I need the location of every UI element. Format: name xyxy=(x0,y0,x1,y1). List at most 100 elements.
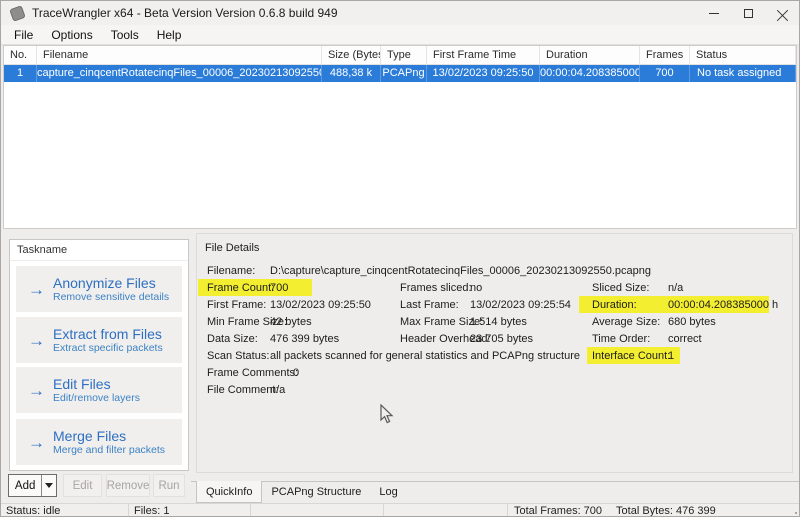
field-max-frame-size: Max Frame Size: 1 514 bytes xyxy=(400,314,527,330)
total-frames: Total Frames: 700 xyxy=(514,505,603,517)
status-bar: Status: idle Files: 1 Total Frames: 700 … xyxy=(1,503,799,517)
menu-options[interactable]: Options xyxy=(42,26,101,44)
menu-help[interactable]: Help xyxy=(148,26,191,44)
file-details-panel: File Details Filename: D:\capture\captur… xyxy=(196,233,793,473)
add-button[interactable]: Add xyxy=(8,474,57,497)
app-icon xyxy=(9,4,26,22)
field-filename: Filename: D:\capture\capture_cinqcentRot… xyxy=(207,263,651,279)
close-button[interactable] xyxy=(765,1,799,25)
task-edit-files[interactable]: → Edit Files Edit/remove layers xyxy=(16,367,182,413)
file-list-header: No. Filename Size (Bytes) Type First Fra… xyxy=(4,46,796,65)
arrow-right-icon: → xyxy=(28,330,45,350)
field-value: 0 xyxy=(293,367,300,379)
field-label: Header Overhead: xyxy=(400,333,491,345)
field-label: Frame Comments: xyxy=(207,367,299,379)
field-label: Sliced Size: xyxy=(592,282,650,294)
column-header-filename[interactable]: Filename xyxy=(37,46,322,64)
chevron-down-icon xyxy=(45,483,54,488)
field-label: Scan Status: xyxy=(207,350,270,362)
field-value: 1 xyxy=(668,350,675,362)
run-button[interactable]: Run xyxy=(153,474,185,497)
field-min-frame-size: Min Frame Size: 42 bytes xyxy=(207,314,312,330)
column-header-frames[interactable]: Frames xyxy=(640,46,690,64)
tab-quickinfo[interactable]: QuickInfo xyxy=(196,481,263,503)
files-count: Files: 1 xyxy=(129,504,251,516)
field-label: Filename: xyxy=(207,265,256,277)
maximize-button[interactable] xyxy=(731,1,765,25)
task-panel: Taskname → Anonymize Files Remove sensit… xyxy=(9,239,189,471)
field-value: 700 xyxy=(270,282,289,294)
field-scan-status: Scan Status: all packets scanned for gen… xyxy=(207,348,580,364)
field-interface-count: Interface Count: 1 xyxy=(592,348,674,364)
field-value: 680 bytes xyxy=(668,316,716,328)
task-title: Extract from Files xyxy=(53,325,162,342)
task-title: Anonymize Files xyxy=(53,274,156,291)
file-list: No. Filename Size (Bytes) Type First Fra… xyxy=(3,45,797,229)
field-label: Duration: xyxy=(592,299,637,311)
task-title: Edit Files xyxy=(53,375,111,392)
field-label: Max Frame Size: xyxy=(400,316,484,328)
field-frame-comments: Frame Comments: 0 xyxy=(207,365,299,381)
tracewrangler-window: TraceWrangler x64 - Beta Version Version… xyxy=(0,0,800,517)
menu-bar: File Options Tools Help xyxy=(1,25,799,45)
field-time-order: Time Order: correct xyxy=(592,331,702,347)
field-label: Time Order: xyxy=(592,333,651,345)
window-controls xyxy=(697,1,799,25)
close-icon xyxy=(777,8,788,19)
bottom-tab-bar: QuickInfo PCAPng Structure Log xyxy=(191,481,799,504)
field-first-frame: First Frame: 13/02/2023 09:25:50 xyxy=(207,297,371,313)
cell-no: 1 xyxy=(4,65,37,82)
field-value: 00:00:04.208385000 h xyxy=(668,299,779,311)
field-label: File Comment: xyxy=(207,384,279,396)
tab-log[interactable]: Log xyxy=(370,482,406,504)
arrow-right-icon: → xyxy=(28,380,45,400)
column-header-size[interactable]: Size (Bytes) xyxy=(322,46,381,64)
arrow-right-icon: → xyxy=(28,279,45,299)
arrow-right-icon: → xyxy=(28,432,45,452)
minimize-button[interactable] xyxy=(697,1,731,25)
field-label: First Frame: xyxy=(207,299,267,311)
status-empty-2 xyxy=(384,504,508,516)
add-dropdown[interactable] xyxy=(41,475,56,496)
column-header-duration[interactable]: Duration xyxy=(540,46,640,64)
field-value: no xyxy=(470,282,483,294)
table-row-selected[interactable]: 1 capture_cinqcentRotatecinqFiles_00006_… xyxy=(4,65,796,82)
title-bar: TraceWrangler x64 - Beta Version Version… xyxy=(1,1,799,25)
field-label: Frames sliced: xyxy=(400,282,472,294)
column-header-no[interactable]: No. xyxy=(4,46,37,64)
field-label: Frame Count: xyxy=(207,282,275,294)
field-value: 42 bytes xyxy=(270,316,312,328)
column-header-first-frame-time[interactable]: First Frame Time xyxy=(427,46,540,64)
task-extract-from-files[interactable]: → Extract from Files Extract specific pa… xyxy=(16,317,182,363)
field-data-size: Data Size: 476 399 bytes xyxy=(207,331,339,347)
menu-file[interactable]: File xyxy=(5,26,42,44)
field-value: 13/02/2023 09:25:54 xyxy=(470,299,571,311)
task-subtitle: Remove sensitive details xyxy=(53,290,170,303)
cell-first-frame-time: 13/02/2023 09:25:50 xyxy=(427,65,540,82)
field-value: D:\capture\capture_cinqcentRotatecinqFil… xyxy=(270,265,652,277)
minimize-icon xyxy=(709,12,719,14)
add-button-label: Add xyxy=(14,479,36,492)
field-last-frame: Last Frame: 13/02/2023 09:25:54 xyxy=(400,297,571,313)
cell-type: PCAPng xyxy=(381,65,427,82)
field-label: Average Size: xyxy=(592,316,661,328)
column-header-status[interactable]: Status xyxy=(690,46,796,64)
resize-grip[interactable] xyxy=(787,504,797,514)
tab-pcapng-structure[interactable]: PCAPng Structure xyxy=(262,482,370,504)
field-sliced-size: Sliced Size: n/a xyxy=(592,280,683,296)
field-duration: Duration: 00:00:04.208385000 h xyxy=(592,297,778,313)
task-subtitle: Extract specific packets xyxy=(53,341,163,354)
total-bytes: Total Bytes: 476 399 xyxy=(616,505,716,517)
edit-button[interactable]: Edit xyxy=(63,474,102,497)
field-value: correct xyxy=(668,333,702,345)
menu-tools[interactable]: Tools xyxy=(102,26,148,44)
task-anonymize-files[interactable]: → Anonymize Files Remove sensitive detai… xyxy=(16,266,182,312)
task-merge-files[interactable]: → Merge Files Merge and filter packets xyxy=(16,419,182,465)
column-header-type[interactable]: Type xyxy=(381,46,427,64)
cell-size: 488,38 k xyxy=(322,65,381,82)
task-panel-header[interactable]: Taskname xyxy=(10,240,188,261)
field-value: 23 705 bytes xyxy=(470,333,533,345)
field-header-overhead: Header Overhead: 23 705 bytes xyxy=(400,331,533,347)
field-label: Last Frame: xyxy=(400,299,459,311)
remove-button[interactable]: Remove xyxy=(106,474,150,497)
